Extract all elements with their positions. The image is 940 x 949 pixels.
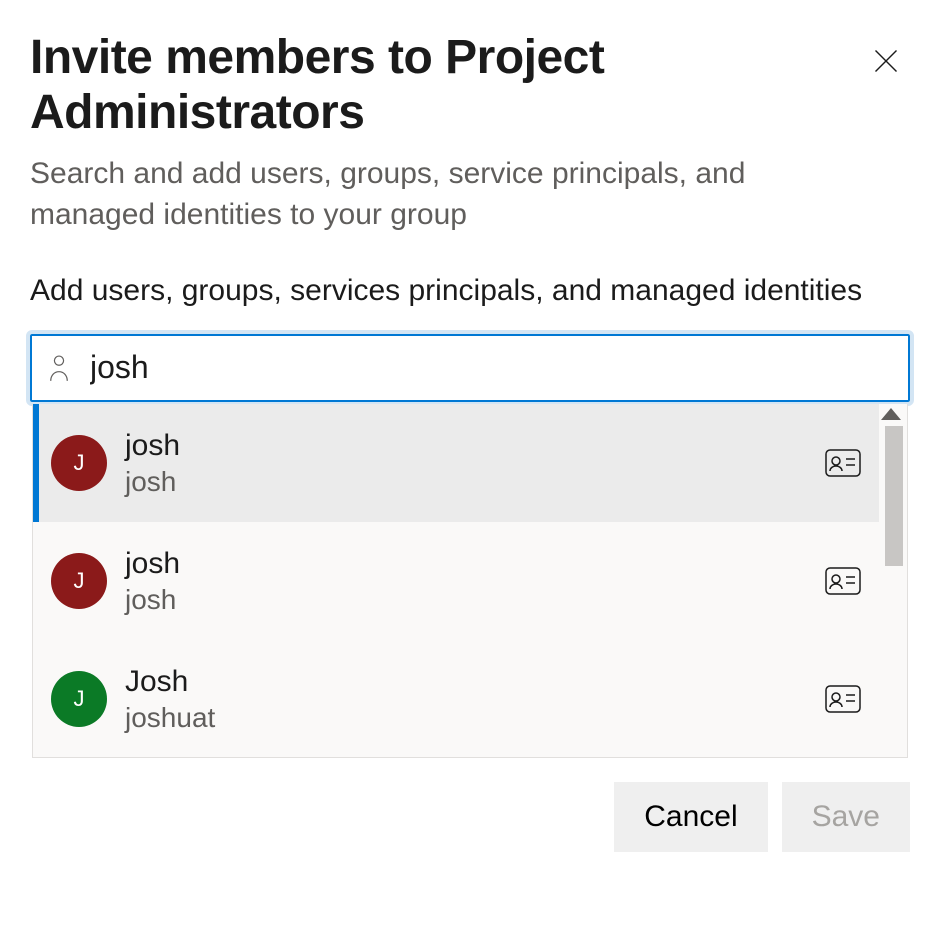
- picker-label: Add users, groups, services principals, …: [30, 271, 910, 312]
- person-icon: [44, 353, 74, 383]
- suggestions-dropdown: JjoshjoshJjoshjoshJJoshjoshuat: [32, 404, 908, 758]
- suggestion-alias: josh: [125, 582, 825, 617]
- scrollbar-thumb[interactable]: [885, 426, 903, 566]
- close-icon: [872, 47, 900, 78]
- suggestion-name: Josh: [125, 663, 825, 701]
- scroll-up-icon[interactable]: [881, 408, 901, 420]
- contact-card-icon[interactable]: [825, 449, 861, 477]
- suggestion-item[interactable]: J Joshjoshuat: [33, 640, 879, 757]
- avatar: J: [51, 553, 107, 609]
- avatar: J: [51, 671, 107, 727]
- contact-card-icon[interactable]: [825, 567, 861, 595]
- contact-card-icon[interactable]: [825, 685, 861, 713]
- suggestion-name: josh: [125, 545, 825, 583]
- suggestion-name: josh: [125, 427, 825, 465]
- dialog-subtitle: Search and add users, groups, service pr…: [30, 154, 790, 235]
- suggestion-item[interactable]: Jjoshjosh: [33, 522, 879, 640]
- save-button[interactable]: Save: [782, 782, 910, 852]
- close-button[interactable]: [862, 38, 910, 86]
- suggestion-item[interactable]: Jjoshjosh: [33, 404, 879, 522]
- avatar: J: [51, 435, 107, 491]
- suggestion-alias: josh: [125, 464, 825, 499]
- dialog-title: Invite members to Project Administrators: [30, 30, 790, 140]
- suggestion-alias: joshuat: [125, 700, 825, 735]
- cancel-button[interactable]: Cancel: [614, 782, 767, 852]
- people-picker-input-wrap[interactable]: [30, 334, 910, 402]
- people-picker-input[interactable]: [88, 336, 896, 400]
